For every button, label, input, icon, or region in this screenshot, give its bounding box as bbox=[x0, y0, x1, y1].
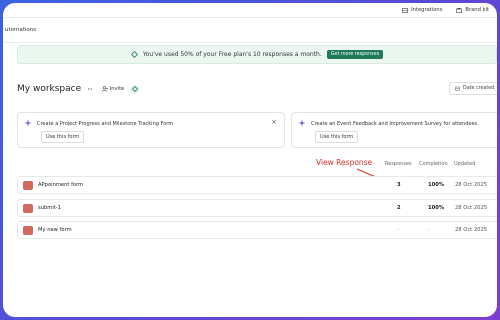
form-icon bbox=[23, 181, 33, 190]
integrations-label: Integrations bbox=[411, 7, 443, 13]
nav-item-automations[interactable]: utomations bbox=[5, 27, 36, 33]
integrations-link[interactable]: Integrations bbox=[402, 7, 442, 13]
column-header-responses[interactable]: Responses bbox=[385, 161, 412, 167]
suggestion-title: Create a Project Progress and Milestone … bbox=[37, 121, 174, 127]
invite-button[interactable]: Invite bbox=[101, 86, 125, 92]
top-bar: Integrations Brand kit bbox=[3, 3, 497, 17]
sparkle-icon bbox=[24, 119, 32, 127]
usage-banner: You've used 50% of your Free plan's 10 r… bbox=[17, 45, 497, 64]
usage-message: You've used 50% of your Free plan's 10 r… bbox=[142, 51, 322, 58]
calendar-icon bbox=[455, 86, 460, 91]
tag-icon[interactable] bbox=[130, 84, 140, 94]
table-row[interactable]: My new form - - 28 Oct 2025 ⋮ bbox=[17, 221, 497, 239]
form-name[interactable]: submit-1 bbox=[38, 205, 61, 211]
tag-glyph bbox=[131, 86, 138, 92]
sort-dropdown[interactable]: Date created bbox=[449, 82, 497, 95]
form-icon bbox=[23, 204, 33, 213]
brand-kit-icon bbox=[456, 7, 463, 13]
column-header-completion[interactable]: Completion bbox=[419, 161, 448, 167]
column-header-updated[interactable]: Updated bbox=[454, 161, 475, 167]
responses-count: - bbox=[397, 227, 399, 233]
completion-rate: 100% bbox=[428, 205, 445, 211]
completion-rate: - bbox=[428, 227, 430, 233]
suggestion-title: Create an Event Feedback and Improvement… bbox=[311, 121, 479, 127]
form-name[interactable]: APpoinment form bbox=[38, 182, 83, 188]
close-icon[interactable]: × bbox=[271, 118, 277, 126]
updated-date: 28 Oct 2025 bbox=[455, 205, 488, 211]
suggestion-card-1: Create a Project Progress and Milestone … bbox=[17, 112, 285, 148]
more-dots-icon[interactable]: ··· bbox=[87, 85, 93, 94]
sort-label: Date created bbox=[463, 86, 495, 91]
brand-kit-label: Brand kit bbox=[465, 7, 489, 13]
responses-count[interactable]: 3 bbox=[397, 182, 401, 188]
form-icon bbox=[23, 226, 33, 235]
suggestion-card-2: Create an Event Feedback and Improvement… bbox=[291, 112, 497, 148]
secondary-nav: utomations bbox=[3, 17, 497, 43]
integrations-icon bbox=[402, 7, 409, 13]
table-row[interactable]: submit-1 2 100% 28 Oct 2025 ⋮ bbox=[17, 199, 497, 217]
updated-date: 28 Oct 2025 bbox=[455, 182, 488, 188]
page-title: My workspace bbox=[17, 84, 82, 94]
updated-date: 28 Oct 2025 bbox=[455, 227, 488, 233]
workspace-header: My workspace ··· Invite bbox=[17, 81, 497, 97]
use-this-form-button[interactable]: Use this form bbox=[315, 131, 359, 143]
use-this-form-button[interactable]: Use this form bbox=[41, 131, 85, 143]
user-plus-icon bbox=[101, 86, 108, 92]
brand-kit-link[interactable]: Brand kit bbox=[456, 7, 489, 13]
invite-label: Invite bbox=[109, 86, 125, 92]
responses-count[interactable]: 2 bbox=[397, 205, 401, 211]
diamond-icon bbox=[130, 51, 138, 58]
completion-rate: 100% bbox=[428, 182, 445, 188]
view-response-annotation: View Response bbox=[316, 158, 373, 167]
app-window: Integrations Brand kit utomations You've… bbox=[3, 3, 497, 317]
get-more-responses-button[interactable]: Get more responses bbox=[326, 50, 384, 59]
form-name[interactable]: My new form bbox=[38, 227, 72, 233]
table-row[interactable]: APpoinment form 3 100% 28 Oct 2025 ⋮ bbox=[17, 176, 497, 194]
sparkle-icon bbox=[298, 119, 306, 127]
